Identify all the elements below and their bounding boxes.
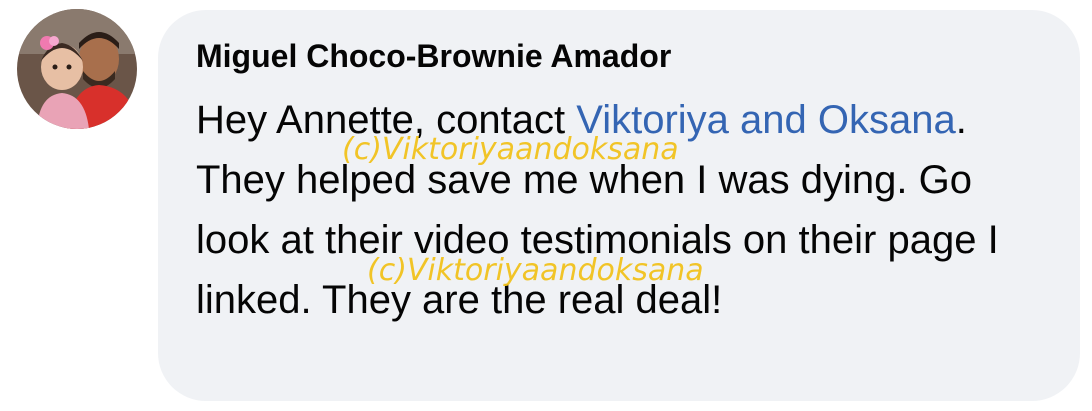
comment-bubble: Miguel Choco-Brownie Amador Hey Annette,… [158, 10, 1080, 401]
comment-text: Hey Annette, contact Viktoriya and Oksan… [196, 90, 1056, 330]
avatar-photo [17, 9, 137, 129]
comment-author[interactable]: Miguel Choco-Brownie Amador [196, 36, 671, 76]
avatar[interactable] [17, 9, 137, 129]
comment-text-start: Hey Annette, contact [196, 98, 577, 142]
mention-link[interactable]: Viktoriya and Oksana [576, 98, 955, 142]
